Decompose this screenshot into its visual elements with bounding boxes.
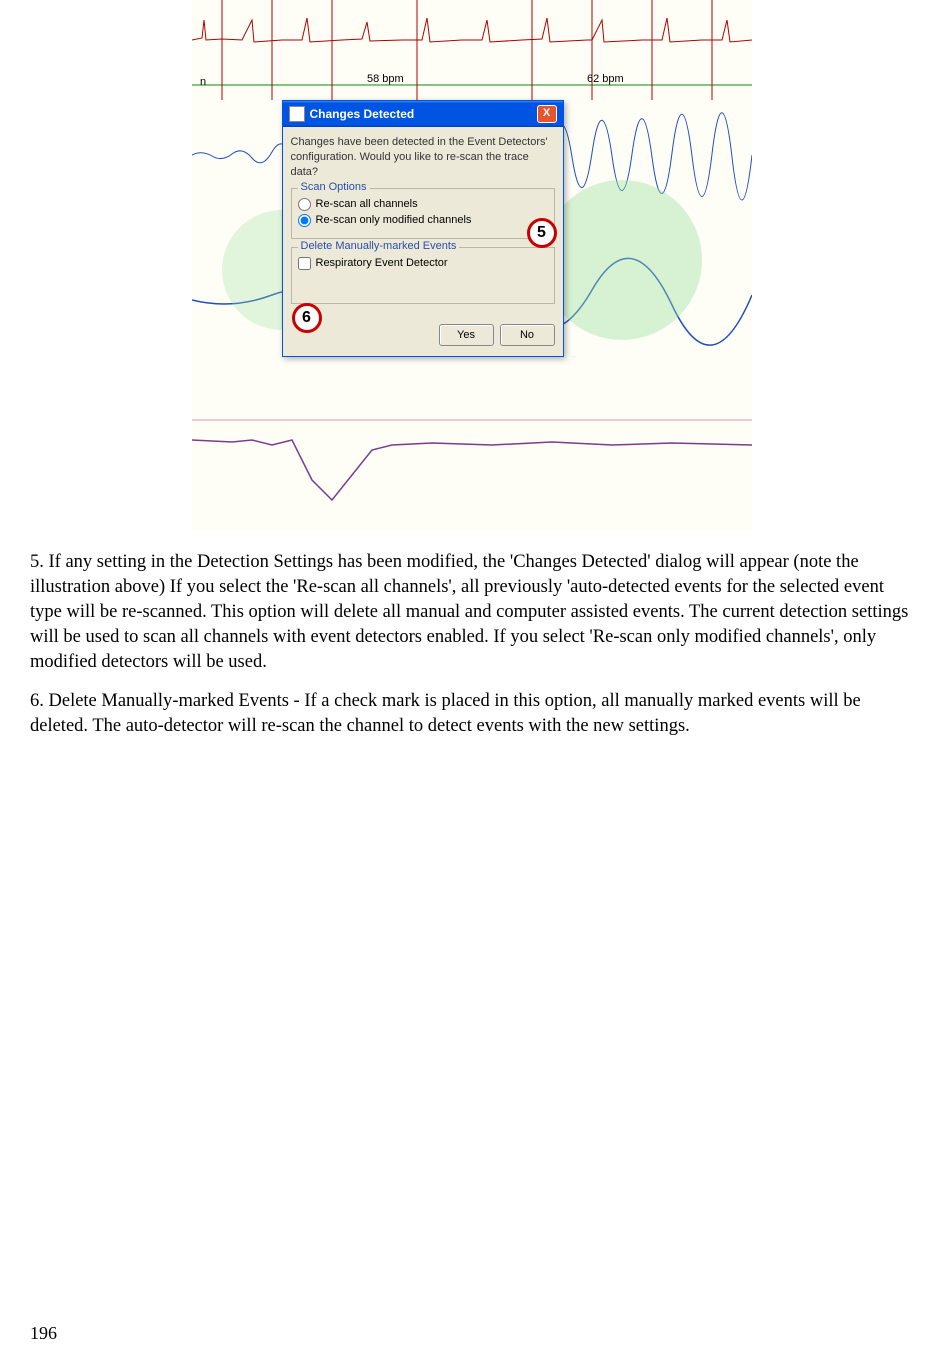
paragraph-6: 6. Delete Manually-marked Events - If a …	[30, 689, 913, 739]
check-respiratory-label: Respiratory Event Detector	[316, 257, 448, 269]
scan-options-group: Scan Options Re-scan all channels Re-sca…	[291, 188, 555, 239]
delete-events-group: Delete Manually-marked Events Respirator…	[291, 247, 555, 304]
figure-container: 58 bpm 62 bpm n	[192, 0, 752, 530]
scan-options-title: Scan Options	[298, 181, 370, 193]
check-respiratory-row[interactable]: Respiratory Event Detector	[298, 257, 548, 270]
callout-5: 5	[527, 218, 557, 248]
app-icon	[289, 106, 305, 122]
callout-6: 6	[292, 303, 322, 333]
bpm-label-2: 62 bpm	[587, 73, 624, 85]
dialog-title-text: Changes Detected	[310, 107, 415, 121]
dialog-titlebar[interactable]: Changes Detected X	[283, 101, 563, 127]
radio-rescan-modified[interactable]	[298, 214, 311, 227]
bpm-label-1: 58 bpm	[367, 73, 404, 85]
changes-detected-dialog: Changes Detected X Changes have been det…	[282, 100, 564, 357]
paragraph-5: 5. If any setting in the Detection Setti…	[30, 550, 913, 675]
dialog-message: Changes have been detected in the Event …	[291, 135, 555, 180]
n-label: n	[200, 76, 206, 88]
yes-button[interactable]: Yes	[439, 324, 494, 346]
radio-rescan-all-row[interactable]: Re-scan all channels	[298, 198, 548, 211]
page-number: 196	[30, 1323, 57, 1344]
radio-rescan-modified-row[interactable]: Re-scan only modified channels	[298, 214, 548, 227]
delete-events-title: Delete Manually-marked Events	[298, 240, 460, 252]
callout-6-number: 6	[302, 309, 311, 327]
radio-rescan-all-label: Re-scan all channels	[316, 198, 418, 210]
close-button[interactable]: X	[537, 105, 557, 123]
radio-rescan-modified-label: Re-scan only modified channels	[316, 214, 472, 226]
radio-rescan-all[interactable]	[298, 198, 311, 211]
close-icon: X	[543, 107, 550, 119]
check-respiratory[interactable]	[298, 257, 311, 270]
callout-5-number: 5	[537, 224, 546, 242]
no-button[interactable]: No	[500, 324, 555, 346]
